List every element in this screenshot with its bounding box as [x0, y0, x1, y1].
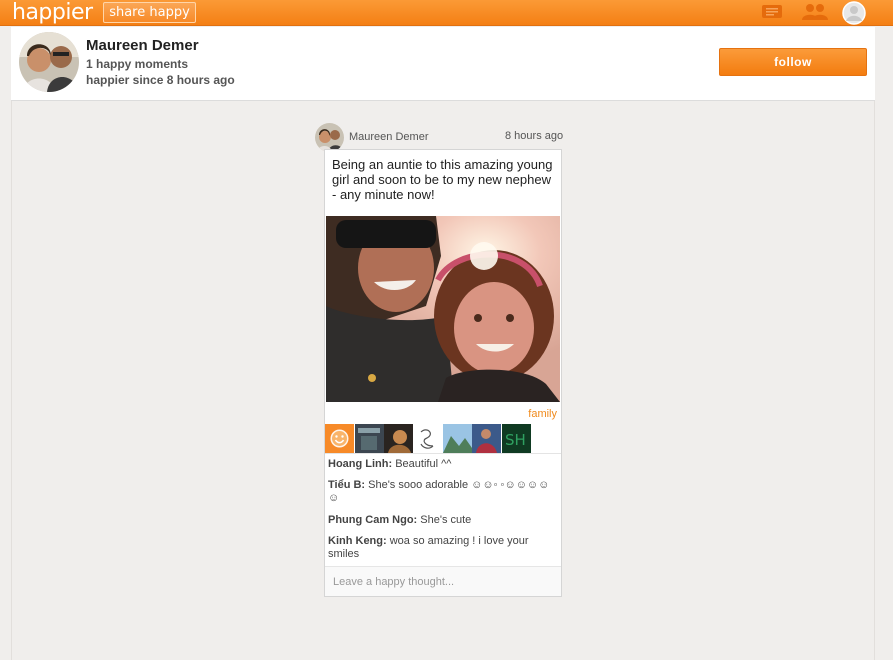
- comment: Kinh Keng: woa so amazing ! i love your …: [328, 535, 556, 561]
- happy-moment-card: Being an auntie to this amazing young gi…: [324, 149, 562, 597]
- post-photo[interactable]: [326, 216, 560, 402]
- happier-logo[interactable]: happier: [12, 0, 93, 26]
- smile-like-button[interactable]: [325, 424, 354, 453]
- comment-author[interactable]: Hoang Linh:: [328, 458, 392, 470]
- profile-header: Maureen Demer 1 happy moments happier si…: [11, 27, 875, 101]
- liker-avatar[interactable]: SH: [502, 424, 531, 453]
- comment-author[interactable]: Tiểu B:: [328, 479, 365, 491]
- liker-avatar[interactable]: [413, 424, 442, 453]
- smile-icon: [330, 429, 349, 448]
- post-author-name[interactable]: Maureen Demer: [349, 131, 428, 143]
- user-avatar-icon[interactable]: [842, 1, 866, 25]
- message-icon[interactable]: [761, 3, 783, 21]
- comment: Tiểu B: She's sooo adorable ☺☺◦ ◦☺☺☺☺☺: [328, 479, 556, 505]
- likers-row: SH: [325, 424, 561, 453]
- comment: Phung Cam Ngo: She's cute: [328, 514, 556, 527]
- tag-family[interactable]: family: [528, 408, 557, 420]
- liker-avatar[interactable]: [355, 424, 384, 453]
- comment: Hoang Linh: Beautiful ^^: [328, 458, 556, 471]
- happy-moments-count: 1 happy moments: [86, 57, 189, 71]
- post-author-avatar[interactable]: [315, 123, 344, 152]
- post-text: Being an auntie to this amazing young gi…: [332, 157, 553, 202]
- comment-input[interactable]: Leave a happy thought...: [325, 566, 561, 596]
- comment-text: Beautiful ^^: [392, 458, 452, 470]
- comment-text: She's cute: [417, 514, 472, 526]
- liker-avatar[interactable]: [472, 424, 501, 453]
- comment-author[interactable]: Kinh Keng:: [328, 535, 387, 547]
- people-icon[interactable]: [801, 3, 829, 21]
- liker-avatar[interactable]: [443, 424, 472, 453]
- profile-name: Maureen Demer: [86, 37, 199, 54]
- comment-author[interactable]: Phung Cam Ngo:: [328, 514, 417, 526]
- liker-avatar[interactable]: [384, 424, 413, 453]
- divider: [325, 453, 561, 454]
- happier-since: happier since 8 hours ago: [86, 73, 235, 87]
- profile-avatar[interactable]: [19, 32, 79, 92]
- share-happy-button[interactable]: share happy: [103, 2, 196, 23]
- top-bar: happier share happy: [0, 0, 893, 26]
- follow-button[interactable]: follow: [719, 48, 867, 76]
- svg-text:SH: SH: [505, 431, 526, 449]
- post-timestamp: 8 hours ago: [505, 130, 564, 142]
